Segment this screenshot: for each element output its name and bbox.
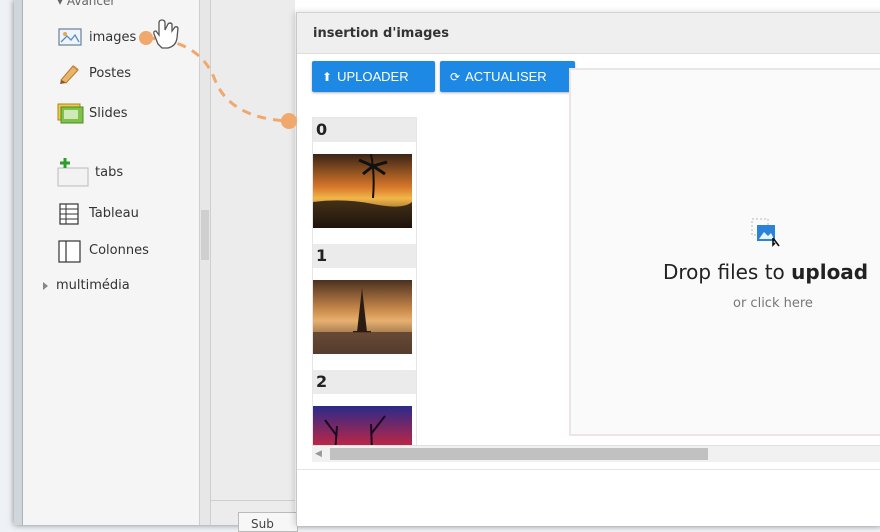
thumbnail-index: 2 [313, 370, 416, 394]
sidebar-item-label: tabs [95, 164, 124, 180]
sidebar-section-avancer[interactable]: ▾ Avancer [57, 0, 115, 8]
bottom-tab[interactable]: Sub [238, 512, 298, 532]
dropzone-title: Drop files to upload [663, 260, 869, 284]
thumbnail-item[interactable]: 1 [313, 244, 416, 370]
sidebar-item-label: Tableau [89, 205, 139, 221]
add-tab-icon [57, 156, 89, 188]
refresh-button[interactable]: ⟳ ACTUALISER [440, 61, 575, 92]
sidebar-item-colonnes[interactable]: Colonnes [57, 239, 149, 263]
table-icon [57, 202, 83, 225]
caret-right-icon [43, 281, 48, 290]
sidebar-item-slides[interactable]: Slides [57, 99, 128, 127]
upload-icon: ⬆ [322, 69, 333, 84]
dialog-header: insertion d'images [297, 13, 880, 54]
dropzone-subtitle: or click here [733, 296, 813, 311]
thumbnail-index: 0 [313, 118, 416, 142]
thumbnail-image[interactable] [313, 280, 412, 354]
chevron-down-icon: ▾ [57, 0, 67, 8]
image-insert-dialog: insertion d'images ⬆ UPLOADER ⟳ ACTUALISER… [296, 12, 880, 526]
thumbnail-list: 0 1 2 [312, 117, 417, 447]
dialog-title: insertion d'images [313, 26, 449, 41]
sidebar-item-label: Postes [89, 65, 131, 81]
sidebar-item-label: images [89, 29, 137, 45]
window-edge [14, 0, 23, 525]
sidebar-item-postes[interactable]: Postes [57, 62, 131, 84]
sidebar-group-multimedia[interactable]: multimédia [43, 278, 130, 293]
sidebar-scrollbar[interactable] [200, 0, 211, 525]
scroll-left-icon[interactable]: ◀ [315, 449, 322, 459]
thumbnail-item[interactable]: 0 [313, 118, 416, 244]
sidebar-item-tableau[interactable]: Tableau [57, 202, 139, 225]
file-dropzone[interactable]: Drop files to upload or click here [569, 68, 880, 436]
sidebar-item-images[interactable]: images [57, 26, 136, 48]
sidebar-item-label: Colonnes [89, 242, 149, 258]
upload-image-icon [751, 218, 780, 247]
scrollbar-thumb[interactable] [201, 210, 209, 260]
thumbnail-image[interactable] [313, 406, 412, 447]
app-window: ▾ Avancer images Postes Slides tabs Tabl… [14, 0, 880, 532]
dialog-footer-divider [297, 469, 880, 470]
columns-icon [57, 239, 83, 263]
thumbnail-index: 1 [313, 244, 416, 268]
refresh-icon: ⟳ [450, 69, 461, 84]
thumbnail-image[interactable] [313, 153, 412, 228]
scrollbar-thumb[interactable] [330, 448, 708, 460]
thumbnail-item[interactable]: 2 [313, 370, 416, 447]
image-icon [57, 26, 83, 48]
sidebar-item-tabs[interactable]: tabs [57, 156, 123, 188]
slides-icon [57, 99, 84, 127]
upload-button[interactable]: ⬆ UPLOADER [312, 61, 435, 92]
sidebar: ▾ Avancer images Postes Slides tabs Tabl… [23, 0, 200, 525]
editor-panel [211, 0, 295, 525]
horizontal-scrollbar[interactable]: ◀ [312, 445, 880, 462]
editor-canvas [211, 0, 295, 501]
pencil-icon [57, 62, 83, 84]
sidebar-item-label: Slides [89, 105, 128, 121]
